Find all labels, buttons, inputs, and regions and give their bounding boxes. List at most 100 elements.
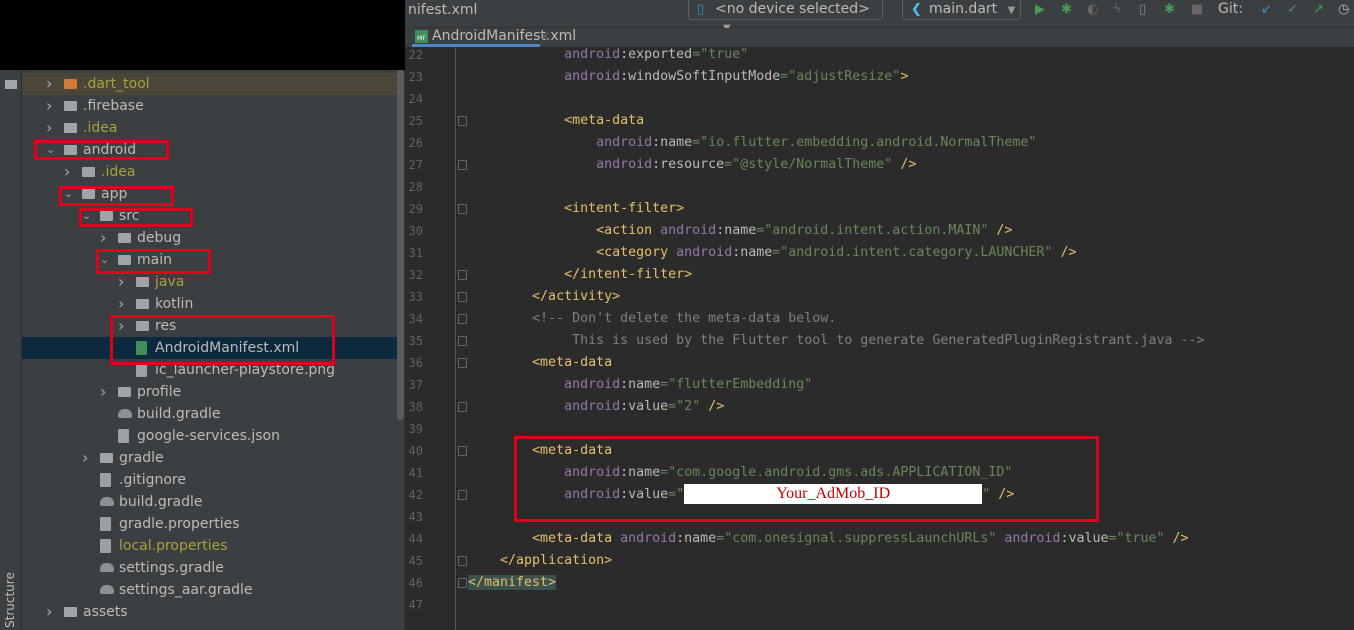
fold-marker-icon[interactable] (458, 358, 467, 368)
chevron-right-icon[interactable]: › (82, 447, 92, 469)
fold-marker-icon[interactable] (458, 314, 467, 324)
chevron-right-icon[interactable]: › (118, 293, 128, 315)
code-token: android (564, 487, 621, 502)
folder-icon (100, 211, 113, 221)
tree-item[interactable]: › assets (22, 601, 397, 623)
history-icon[interactable]: ◷ (1338, 2, 1349, 18)
code-token: ="adjustResize" (780, 69, 901, 84)
git-commit-icon[interactable]: ✓ (1287, 2, 1298, 18)
tree-item[interactable]: ⌄ app (22, 183, 397, 205)
tree-item[interactable]: gradle.properties (22, 513, 397, 535)
chevron-right-icon[interactable]: › (118, 315, 128, 337)
chevron-down-icon[interactable]: ⌄ (100, 249, 110, 271)
fold-marker-icon[interactable] (458, 556, 467, 566)
tree-item[interactable]: .gitignore (22, 469, 397, 491)
file-breadcrumb[interactable]: nifest.xml (408, 2, 477, 18)
code-token: <category (596, 245, 677, 260)
fold-marker-icon[interactable] (458, 446, 467, 456)
tree-item[interactable]: ⌄ android (22, 139, 397, 161)
chevron-right-icon[interactable]: › (64, 161, 74, 183)
chevron-right-icon[interactable]: › (46, 73, 56, 95)
tree-item[interactable]: build.gradle (22, 491, 397, 513)
run-icon[interactable]: ▶ (1035, 2, 1045, 18)
tree-item[interactable]: local.properties (22, 535, 397, 557)
code-token: :value (1060, 531, 1109, 546)
line-number: 27 (408, 158, 423, 172)
chevron-down-icon[interactable]: ⌄ (64, 183, 74, 205)
tree-item[interactable]: google-services.json (22, 425, 397, 447)
ignore-file-icon (100, 473, 111, 487)
fold-marker-icon[interactable] (458, 160, 467, 170)
run-config-selector[interactable]: ❮ main.dart ▼ (902, 0, 1021, 20)
git-update-icon[interactable]: ↙ (1261, 2, 1272, 18)
chevron-right-icon[interactable]: › (46, 95, 56, 117)
close-tab-icon[interactable]: × (540, 28, 550, 45)
json-file-icon (118, 429, 129, 443)
tree-item[interactable]: settings_aar.gradle (22, 579, 397, 601)
tree-item[interactable]: settings.gradle (22, 557, 397, 579)
tree-item-label: local.properties (119, 538, 228, 554)
project-tree: › .dart_tool › .firebase › .idea ⌄ android › .ide… (22, 73, 397, 623)
code-token: </intent-filter> (564, 267, 693, 282)
folder-icon (118, 233, 131, 243)
tree-item[interactable]: › java (22, 271, 397, 293)
chevron-down-icon[interactable]: ⌄ (82, 205, 92, 227)
code-token: :windowSoftInputMode (620, 69, 781, 84)
chevron-right-icon[interactable]: › (46, 117, 56, 139)
tree-item[interactable]: › res (22, 315, 397, 337)
git-label: Git: (1218, 1, 1243, 17)
tree-item[interactable]: › .firebase (22, 95, 397, 117)
debug-icon[interactable]: ✱ (1061, 2, 1072, 18)
chevron-right-icon[interactable]: › (100, 227, 110, 249)
hot-reload-icon[interactable]: ϟ (1113, 2, 1122, 18)
tree-item[interactable]: › debug (22, 227, 397, 249)
fold-marker-icon[interactable] (458, 578, 467, 588)
stop-icon[interactable]: ■ (1191, 2, 1203, 18)
profile-icon[interactable]: ◐ (1087, 2, 1098, 18)
tree-item[interactable]: ic_launcher-playstore.png (22, 359, 397, 381)
tree-item[interactable]: build.gradle (22, 403, 397, 425)
fold-marker-icon[interactable] (458, 270, 467, 280)
structure-tab[interactable]: Structure (3, 572, 17, 628)
tree-item-label: .gitignore (119, 472, 186, 488)
tree-item[interactable]: › .idea (22, 117, 397, 139)
tool-window-rail: Structure (0, 0, 22, 630)
device-selector[interactable]: ▯ <no device selected> ▼ (688, 0, 883, 34)
tree-scrollbar[interactable] (397, 70, 404, 420)
tree-item[interactable]: › .idea (22, 161, 397, 183)
tree-item[interactable]: › .dart_tool (22, 73, 397, 95)
image-file-icon (136, 363, 147, 377)
code-line: 24 (405, 88, 1354, 110)
chevron-down-icon[interactable]: ⌄ (46, 139, 56, 161)
tree-item[interactable]: › gradle (22, 447, 397, 469)
tree-item[interactable]: › profile (22, 381, 397, 403)
chevron-right-icon[interactable]: › (100, 381, 110, 403)
tree-item[interactable]: ⌄ src (22, 205, 397, 227)
tree-item[interactable]: ⌄ main (22, 249, 397, 271)
attach-debugger-icon[interactable]: ✱ (1164, 2, 1175, 18)
chevron-right-icon[interactable]: › (118, 271, 128, 293)
fold-marker-icon[interactable] (458, 292, 467, 302)
fold-marker-icon[interactable] (458, 336, 467, 346)
device-manager-icon[interactable]: ▯ (1139, 2, 1146, 18)
line-number: 45 (408, 554, 423, 568)
fold-marker-icon[interactable] (458, 204, 467, 214)
tree-item[interactable]: AndroidManifest.xml (22, 337, 397, 359)
tree-item-label: app (101, 186, 128, 202)
chevron-right-icon[interactable]: › (46, 601, 56, 623)
git-push-icon[interactable]: ↗ (1313, 2, 1324, 18)
device-selector-label: <no device selected> (715, 1, 870, 17)
fold-marker-icon[interactable] (458, 402, 467, 412)
line-number: 37 (408, 378, 423, 392)
fold-marker-icon[interactable] (458, 490, 467, 500)
line-number: 28 (408, 180, 423, 194)
code-editor[interactable]: 22 android:exported="true" 23 android:win… (405, 47, 1354, 630)
folder-orange-icon (64, 79, 77, 89)
tree-item-label: .idea (83, 120, 118, 136)
fold-marker-icon[interactable] (458, 116, 467, 126)
tree-item[interactable]: › kotlin (22, 293, 397, 315)
line-number: 25 (408, 114, 423, 128)
project-folder-icon[interactable] (5, 80, 17, 89)
